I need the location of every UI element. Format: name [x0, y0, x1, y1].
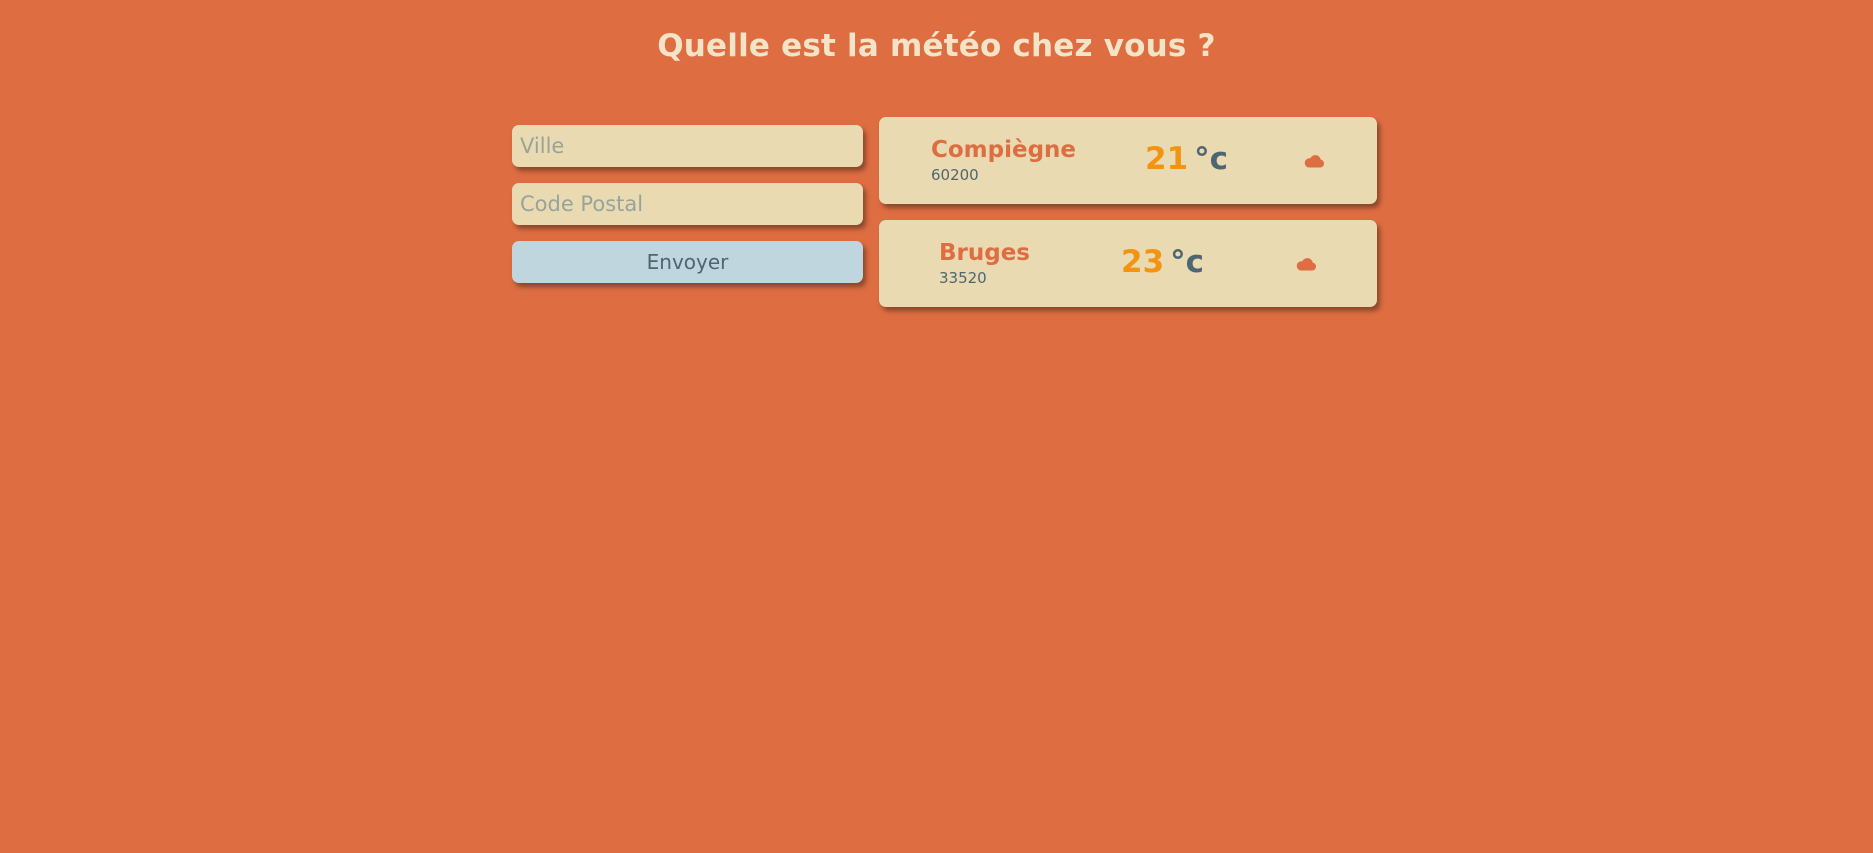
- send-button[interactable]: Envoyer: [512, 241, 863, 283]
- zip-code: 33520: [939, 269, 987, 287]
- page: Quelle est la météo chez vous ? Envoyer …: [0, 0, 1873, 853]
- cloud-icon: [1296, 258, 1317, 271]
- city-name: Compiègne: [931, 137, 1077, 163]
- weather-card: Bruges 33520 23 °c: [879, 220, 1377, 307]
- zip-code: 60200: [931, 166, 979, 184]
- temperature-value: 23: [1121, 244, 1165, 280]
- cloud-icon: [1304, 155, 1325, 168]
- weather-form: Envoyer: [512, 125, 863, 283]
- city-name: Bruges: [939, 240, 1031, 266]
- temperature-unit: °c: [1170, 244, 1205, 280]
- zip-code-input[interactable]: [512, 183, 863, 225]
- temperature-unit: °c: [1194, 141, 1229, 177]
- page-title: Quelle est la météo chez vous ?: [657, 28, 1216, 64]
- temperature-value: 21: [1145, 141, 1189, 177]
- city-input[interactable]: [512, 125, 863, 167]
- temperature-display: 21 °c: [1145, 141, 1228, 177]
- weather-card: Compiègne 60200 21 °c: [879, 117, 1377, 204]
- weather-card-list: Compiègne 60200 21 °c Bruges 33520 23 °c: [879, 117, 1377, 323]
- temperature-display: 23 °c: [1121, 244, 1204, 280]
